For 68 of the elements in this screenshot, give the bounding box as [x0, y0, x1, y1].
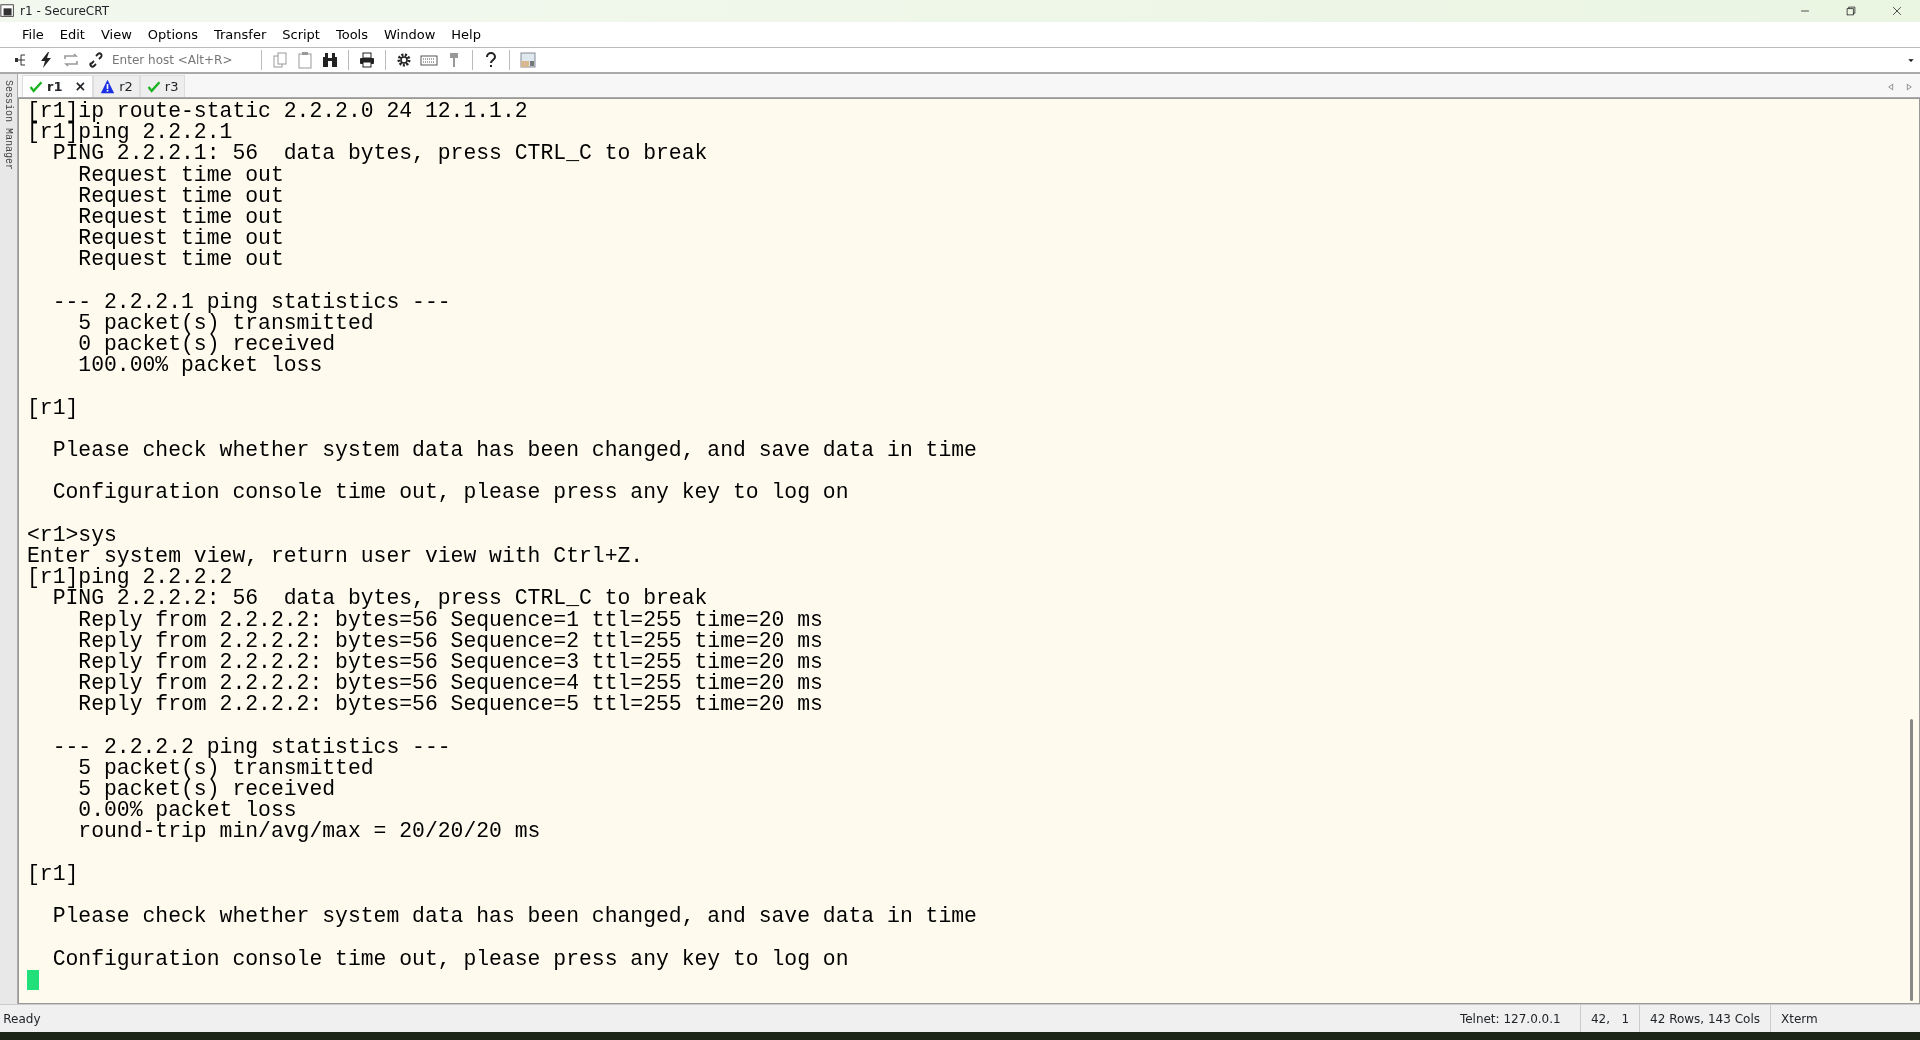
terminal-line: Enter system view, return user view with Ctrl+Z. [27, 545, 644, 568]
session-tab[interactable]: r2 [93, 75, 140, 97]
terminal-line: Reply from 2.2.2.2: bytes=56 Sequence=1 ttl=255 time=20 ms [77, 609, 823, 631]
terminal-cursor [27, 969, 39, 990]
terminal-line: 100.00% packet loss [77, 355, 323, 377]
close-icon [1890, 4, 1904, 18]
window-title: r1 - SecureCRT [20, 3, 109, 20]
terminal-line: [r1]ping 2.2.2.1 [27, 122, 233, 144]
terminal-line: Reply from 2.2.2.2: bytes=56 Sequence=4 ttl=255 time=20 ms [77, 673, 823, 695]
connection-info: Telnet: 127.0.0.1 [1458, 1010, 1562, 1028]
menu-item[interactable]: Edit [51, 24, 93, 45]
terminal-line: --- 2.2.2.2 ping statistics --- [51, 736, 451, 758]
terminal-line: PING 2.2.2.1: 56 data bytes, press CTRL_C to break [52, 143, 708, 165]
menu-item[interactable]: Tools [328, 24, 376, 45]
terminal-line: Request time out [77, 249, 284, 271]
terminal-line: 5 packet(s) received [77, 779, 336, 801]
terminal-line: Reply from 2.2.2.2: bytes=56 Sequence=5 ttl=255 time=20 ms [77, 694, 823, 716]
terminal-line: Reply from 2.2.2.2: bytes=56 Sequence=3 ttl=255 time=20 ms [77, 651, 823, 674]
terminal-line: [r1]ping 2.2.2.2 [27, 567, 233, 589]
restore-icon [1844, 4, 1858, 18]
printer-icon[interactable] [358, 51, 376, 69]
terminal-line: Request time out [77, 228, 284, 250]
menu-item[interactable]: File [14, 24, 52, 45]
reconnect-icon[interactable] [62, 51, 80, 69]
link-icon[interactable] [87, 51, 105, 69]
terminal-line: Configuration console time out, please press any key to log on [51, 482, 849, 504]
menu-item[interactable]: Script [274, 24, 328, 45]
terminal-line: [r1] [27, 863, 79, 885]
menu-item[interactable]: Transfer [206, 24, 275, 45]
menu-item[interactable]: Help [443, 24, 489, 45]
binoculars-icon[interactable] [321, 51, 339, 69]
terminal-line: PING 2.2.2.2: 56 data bytes, press CTRL_C to break [52, 588, 708, 610]
terminal-line: Configuration console time out, please press any key to log on [51, 948, 849, 970]
terminal-line: round-trip min/avg/max = 20/20/20 ms [77, 821, 541, 843]
menu-item[interactable]: Window [376, 24, 444, 45]
window-lock-icon[interactable] [519, 51, 537, 69]
terminal-line: Request time out [77, 164, 284, 186]
app-icon [0, 3, 16, 19]
settings-icon[interactable] [395, 51, 413, 69]
tab-close-button[interactable]: × [74, 76, 87, 97]
terminal-line: [r1] [27, 397, 79, 419]
terminal-line: Request time out [77, 206, 284, 229]
terminal-line: 5 packet(s) transmitted [77, 312, 374, 335]
terminal-line: 0 packet(s) received [77, 334, 336, 356]
terminal-line: [r1]ip route-static 2.2.2.0 24 12.1.1.2 [27, 101, 528, 123]
terminal-line: Reply from 2.2.2.2: bytes=56 Sequence=2 ttl=255 time=20 ms [77, 630, 823, 652]
terminal-line: Please check whether system data has been changed, and save data in time [51, 906, 977, 928]
terminal-line: Please check whether system data has been changed, and save data in time [51, 440, 977, 462]
terminal-line: 0.00% packet loss [77, 800, 297, 822]
session-manager-tab[interactable]: Session Manager [1, 80, 16, 170]
scroll-right-icon[interactable] [1904, 82, 1914, 92]
scrollbar-thumb[interactable] [1910, 719, 1913, 1001]
copy-icon[interactable] [271, 51, 289, 69]
terminal-line: 5 packet(s) transmitted [77, 757, 374, 779]
scroll-left-icon[interactable] [1886, 82, 1896, 92]
menu-item[interactable]: View [92, 24, 140, 45]
menu-item[interactable]: Options [139, 24, 206, 45]
terminal-line: <r1>sys [27, 524, 117, 546]
host-field[interactable]: Enter host <Alt+R> [112, 51, 252, 69]
clipboard-icon[interactable] [296, 51, 314, 69]
terminal-line: --- 2.2.2.1 ping statistics --- [51, 291, 451, 313]
session-tab[interactable]: r3 [139, 75, 186, 97]
terminal-line: Request time out [77, 185, 284, 207]
tab-label: r2 [119, 77, 133, 96]
tab-label: r1 [47, 77, 63, 96]
tab-label: r3 [164, 77, 179, 96]
status-message: Ready [2, 1010, 41, 1028]
session-tab[interactable]: r1 × [22, 75, 94, 97]
